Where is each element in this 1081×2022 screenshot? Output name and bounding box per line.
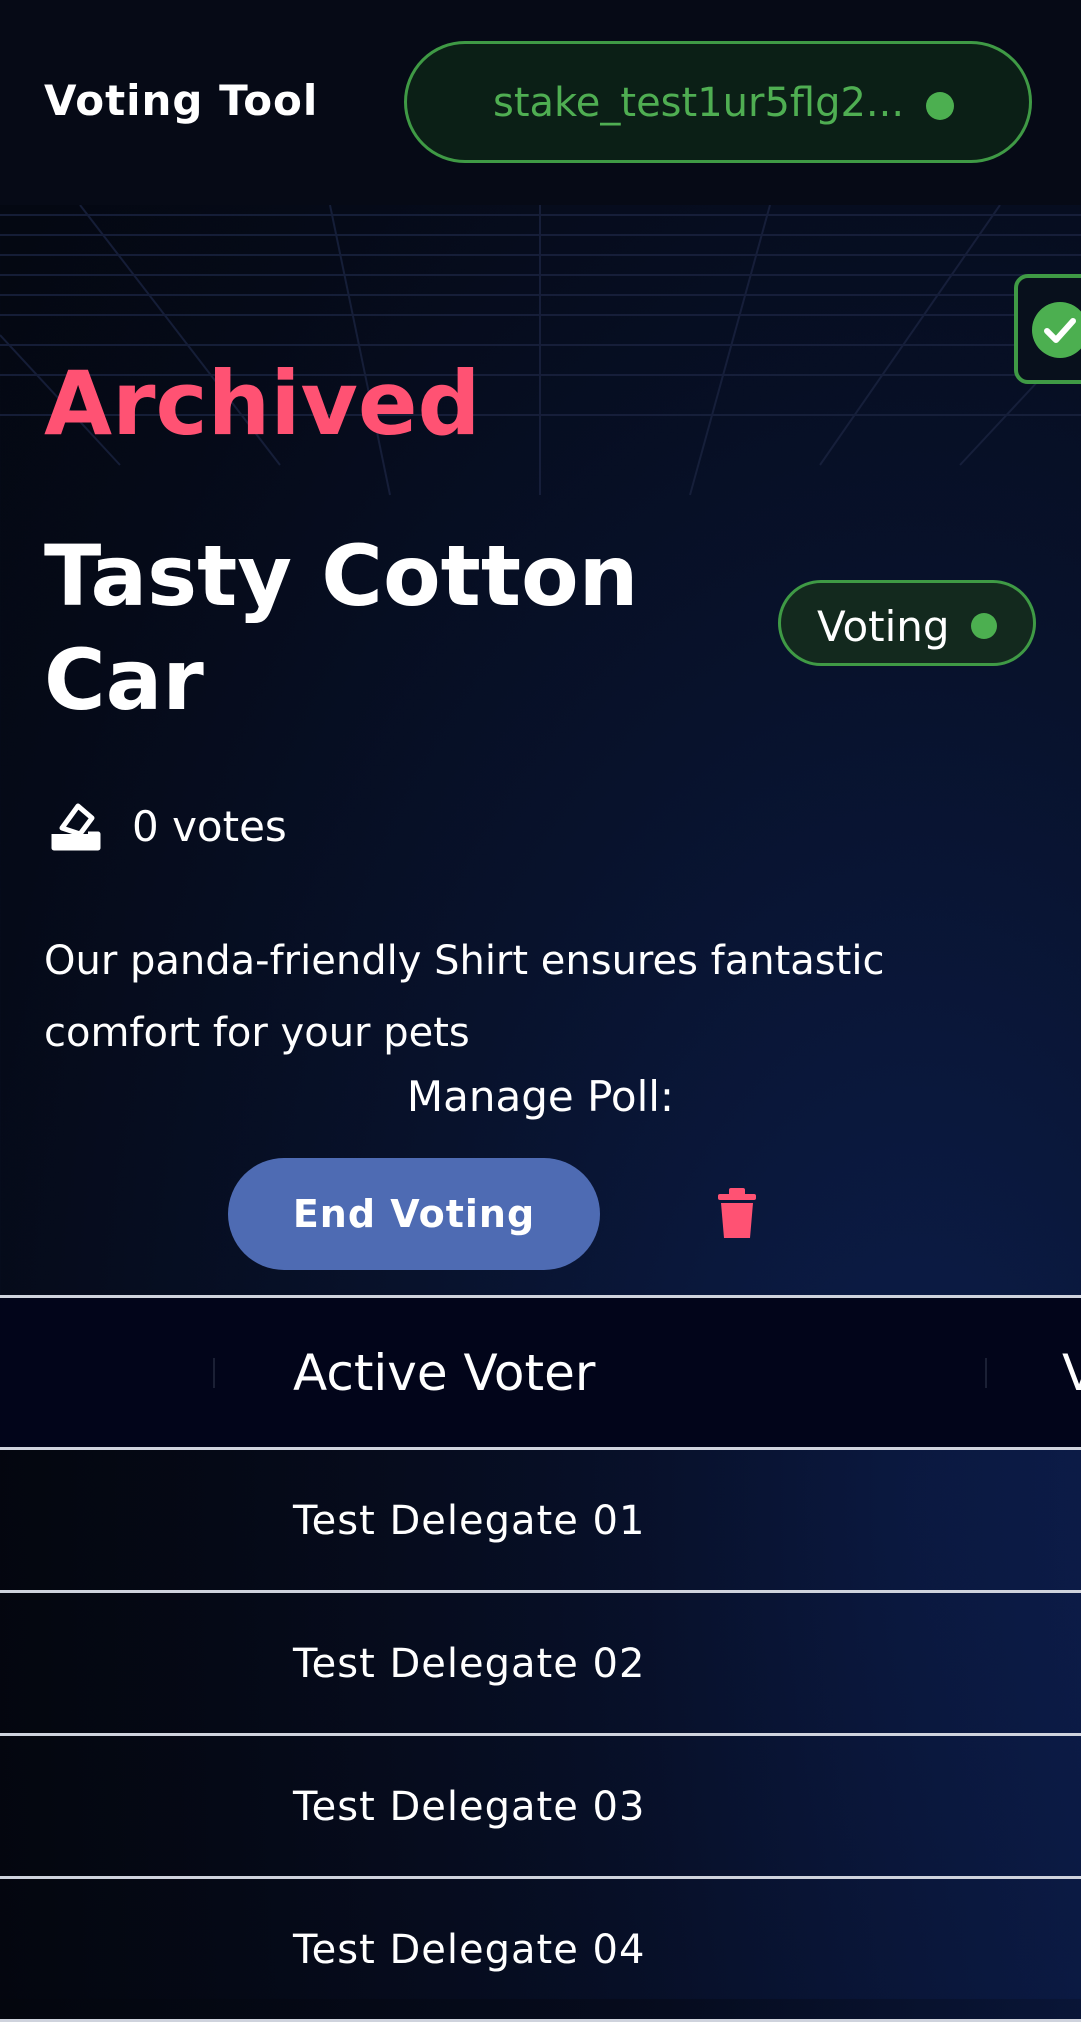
wallet-button[interactable]: stake_test1ur5flg2... (404, 41, 1032, 163)
vote-count-text: 0 votes (132, 802, 287, 851)
app-title: Voting Tool (44, 76, 319, 125)
check-circle-icon (1032, 302, 1081, 358)
voter-name: Test Delegate 01 (293, 1498, 646, 1544)
manage-poll-label: Manage Poll: (406, 1072, 675, 1121)
column-divider[interactable] (985, 1358, 987, 1388)
success-toast[interactable] (1014, 274, 1081, 384)
table-row[interactable]: Test Delegate 04 (0, 1879, 1081, 2022)
wallet-status-dot (926, 92, 954, 120)
table-row[interactable]: Test Delegate 02 (0, 1593, 1081, 1736)
table-row[interactable]: Test Delegate 03 (0, 1736, 1081, 1879)
voter-name: Test Delegate 03 (293, 1784, 646, 1830)
voter-name: Test Delegate 04 (293, 1927, 646, 1973)
table-body: Test Delegate 01 Test Delegate 02 Test D… (0, 1450, 1081, 2022)
end-voting-button[interactable]: End Voting (228, 1158, 600, 1270)
table-row[interactable]: Test Delegate 01 (0, 1450, 1081, 1593)
column-header-active-voter[interactable]: Active Voter (293, 1344, 595, 1402)
top-bar: Voting Tool stake_test1ur5flg2... (0, 0, 1081, 205)
poll-title: Tasty Cotton Car (44, 527, 639, 729)
poll-status-heading: Archived (44, 352, 481, 455)
voting-status-badge: Voting (778, 580, 1036, 666)
column-divider[interactable] (213, 1358, 215, 1388)
column-header-vote[interactable]: V (1062, 1344, 1081, 1402)
trash-icon[interactable] (716, 1186, 758, 1240)
table-header: Active Voter V (0, 1295, 1081, 1450)
poll-description: Our panda-friendly Shirt ensures fantast… (44, 938, 885, 1056)
badge-label: Voting (817, 602, 950, 651)
ballot-box-icon (51, 803, 101, 851)
wallet-address: stake_test1ur5flg2... (493, 80, 905, 126)
voter-name: Test Delegate 02 (293, 1641, 646, 1687)
badge-status-dot (971, 613, 997, 639)
